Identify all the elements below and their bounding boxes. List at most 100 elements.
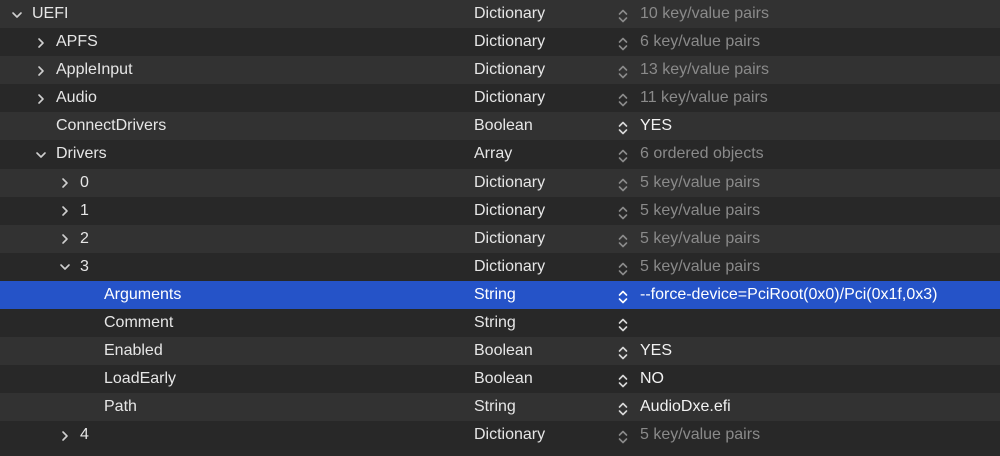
key-label[interactable]: 1 xyxy=(80,197,89,225)
type-cell[interactable]: Dictionary xyxy=(474,253,545,281)
chevron-down-icon[interactable] xyxy=(32,140,50,168)
type-cell[interactable]: Boolean xyxy=(474,365,533,393)
key-cell: ConnectDrivers xyxy=(32,112,166,140)
value-cell[interactable]: 5 key/value pairs xyxy=(640,197,760,225)
value-cell[interactable]: YES xyxy=(640,337,672,365)
chevron-right-icon[interactable] xyxy=(56,421,74,449)
plist-row[interactable]: 1 Dictionary 5 key/value pairs xyxy=(0,196,1000,225)
chevron-down-icon[interactable] xyxy=(8,0,26,28)
key-cell: Enabled xyxy=(80,337,163,365)
chevron-right-icon[interactable] xyxy=(56,225,74,253)
chevron-right-icon[interactable] xyxy=(32,28,50,56)
type-cell[interactable]: Dictionary xyxy=(474,169,545,197)
plist-row[interactable]: ConnectDrivers Boolean YES xyxy=(0,112,1000,141)
plist-row[interactable]: Arguments String --force-device=PciRoot(0x… xyxy=(0,280,1000,310)
value-cell[interactable]: NO xyxy=(640,365,664,393)
key-label[interactable]: LoadEarly xyxy=(104,365,176,393)
key-cell: 3 xyxy=(56,253,89,281)
type-cell[interactable]: String xyxy=(474,281,516,309)
key-label[interactable]: AppleInput xyxy=(56,56,133,84)
type-cell[interactable]: Dictionary xyxy=(474,421,545,449)
key-cell: Arguments xyxy=(80,281,181,309)
value-cell[interactable]: AudioDxe.efi xyxy=(640,393,731,421)
type-cell[interactable]: String xyxy=(474,393,516,421)
type-cell[interactable]: Dictionary xyxy=(474,28,545,56)
key-label[interactable]: Comment xyxy=(104,309,173,337)
key-cell: Drivers xyxy=(32,140,107,168)
value-cell[interactable]: 5 key/value pairs xyxy=(640,169,760,197)
type-cell[interactable]: Dictionary xyxy=(474,0,545,28)
key-label[interactable]: 2 xyxy=(80,225,89,253)
plist-row[interactable]: Audio Dictionary 11 key/value pairs xyxy=(0,84,1000,113)
value-cell[interactable]: 13 key/value pairs xyxy=(640,56,769,84)
key-label[interactable]: ConnectDrivers xyxy=(56,112,166,140)
plist-row[interactable]: Drivers Array 6 ordered objects xyxy=(0,140,1000,169)
stepper-updown-icon[interactable] xyxy=(617,6,629,23)
plist-row[interactable]: 3 Dictionary 5 key/value pairs xyxy=(0,252,1000,281)
plist-row[interactable]: 2 Dictionary 5 key/value pairs xyxy=(0,224,1000,253)
plist-outline-view: UEFI Dictionary 10 key/value pairs APFS Dict… xyxy=(0,0,1000,452)
value-cell[interactable]: YES xyxy=(640,112,672,140)
plist-row[interactable]: Comment String xyxy=(0,309,1000,338)
key-label[interactable]: 4 xyxy=(80,421,89,449)
type-cell[interactable]: Boolean xyxy=(474,337,533,365)
stepper-updown-icon[interactable] xyxy=(617,259,629,276)
key-cell: Path xyxy=(80,393,137,421)
stepper-updown-icon[interactable] xyxy=(617,427,629,444)
stepper-updown-icon[interactable] xyxy=(617,371,629,388)
type-cell[interactable]: Dictionary xyxy=(474,84,545,112)
value-cell[interactable]: 5 key/value pairs xyxy=(640,253,760,281)
key-cell: 1 xyxy=(56,197,89,225)
value-cell[interactable]: --force-device=PciRoot(0x0)/Pci(0x1f,0x3… xyxy=(640,281,937,309)
type-cell[interactable]: String xyxy=(474,309,516,337)
type-cell[interactable]: Dictionary xyxy=(474,225,545,253)
stepper-updown-icon[interactable] xyxy=(617,34,629,51)
stepper-updown-icon[interactable] xyxy=(617,287,629,304)
stepper-updown-icon[interactable] xyxy=(617,343,629,360)
type-cell[interactable]: Dictionary xyxy=(474,56,545,84)
plist-row[interactable]: Path String AudioDxe.efi xyxy=(0,393,1000,422)
key-label[interactable]: Arguments xyxy=(104,281,181,309)
stepper-updown-icon[interactable] xyxy=(617,90,629,107)
plist-row[interactable]: AppleInput Dictionary 13 key/value pairs xyxy=(0,56,1000,85)
stepper-updown-icon[interactable] xyxy=(617,118,629,135)
key-label[interactable]: APFS xyxy=(56,28,98,56)
key-label[interactable]: 3 xyxy=(80,253,89,281)
stepper-updown-icon[interactable] xyxy=(617,203,629,219)
stepper-updown-icon[interactable] xyxy=(617,62,629,79)
chevron-right-icon[interactable] xyxy=(56,169,74,197)
chevron-right-icon[interactable] xyxy=(56,197,74,225)
value-cell[interactable]: 11 key/value pairs xyxy=(640,84,768,112)
stepper-updown-icon[interactable] xyxy=(617,231,629,248)
plist-row[interactable]: LoadEarly Boolean NO xyxy=(0,365,1000,394)
value-cell[interactable]: 6 key/value pairs xyxy=(640,28,760,56)
value-cell[interactable]: 10 key/value pairs xyxy=(640,0,769,28)
key-label[interactable]: UEFI xyxy=(32,0,68,28)
chevron-right-icon[interactable] xyxy=(32,84,50,112)
plist-row[interactable]: 0 Dictionary 5 key/value pairs xyxy=(0,168,1000,197)
type-cell[interactable]: Boolean xyxy=(474,112,533,140)
value-cell[interactable]: 5 key/value pairs xyxy=(640,225,760,253)
plist-row[interactable]: UEFI Dictionary 10 key/value pairs xyxy=(0,0,1000,29)
key-cell: UEFI xyxy=(8,0,68,28)
stepper-updown-icon[interactable] xyxy=(617,175,629,191)
value-cell[interactable]: 6 ordered objects xyxy=(640,140,764,168)
key-cell: LoadEarly xyxy=(80,365,176,393)
chevron-down-icon[interactable] xyxy=(56,253,74,281)
key-label[interactable]: 0 xyxy=(80,169,89,197)
value-cell[interactable]: 5 key/value pairs xyxy=(640,421,760,449)
key-label[interactable]: Path xyxy=(104,393,137,421)
type-cell[interactable]: Dictionary xyxy=(474,197,545,225)
type-cell[interactable]: Array xyxy=(474,140,512,168)
plist-row[interactable]: Enabled Boolean YES xyxy=(0,337,1000,366)
key-label[interactable]: Drivers xyxy=(56,140,107,168)
key-label[interactable]: Audio xyxy=(56,84,97,112)
chevron-right-icon[interactable] xyxy=(32,56,50,84)
plist-row[interactable]: APFS Dictionary 6 key/value pairs xyxy=(0,28,1000,57)
stepper-updown-icon[interactable] xyxy=(617,146,629,163)
stepper-updown-icon[interactable] xyxy=(617,399,629,416)
key-cell: AppleInput xyxy=(32,56,133,84)
key-label[interactable]: Enabled xyxy=(104,337,163,365)
plist-row[interactable]: 4 Dictionary 5 key/value pairs xyxy=(0,421,1000,450)
stepper-updown-icon[interactable] xyxy=(617,315,629,332)
